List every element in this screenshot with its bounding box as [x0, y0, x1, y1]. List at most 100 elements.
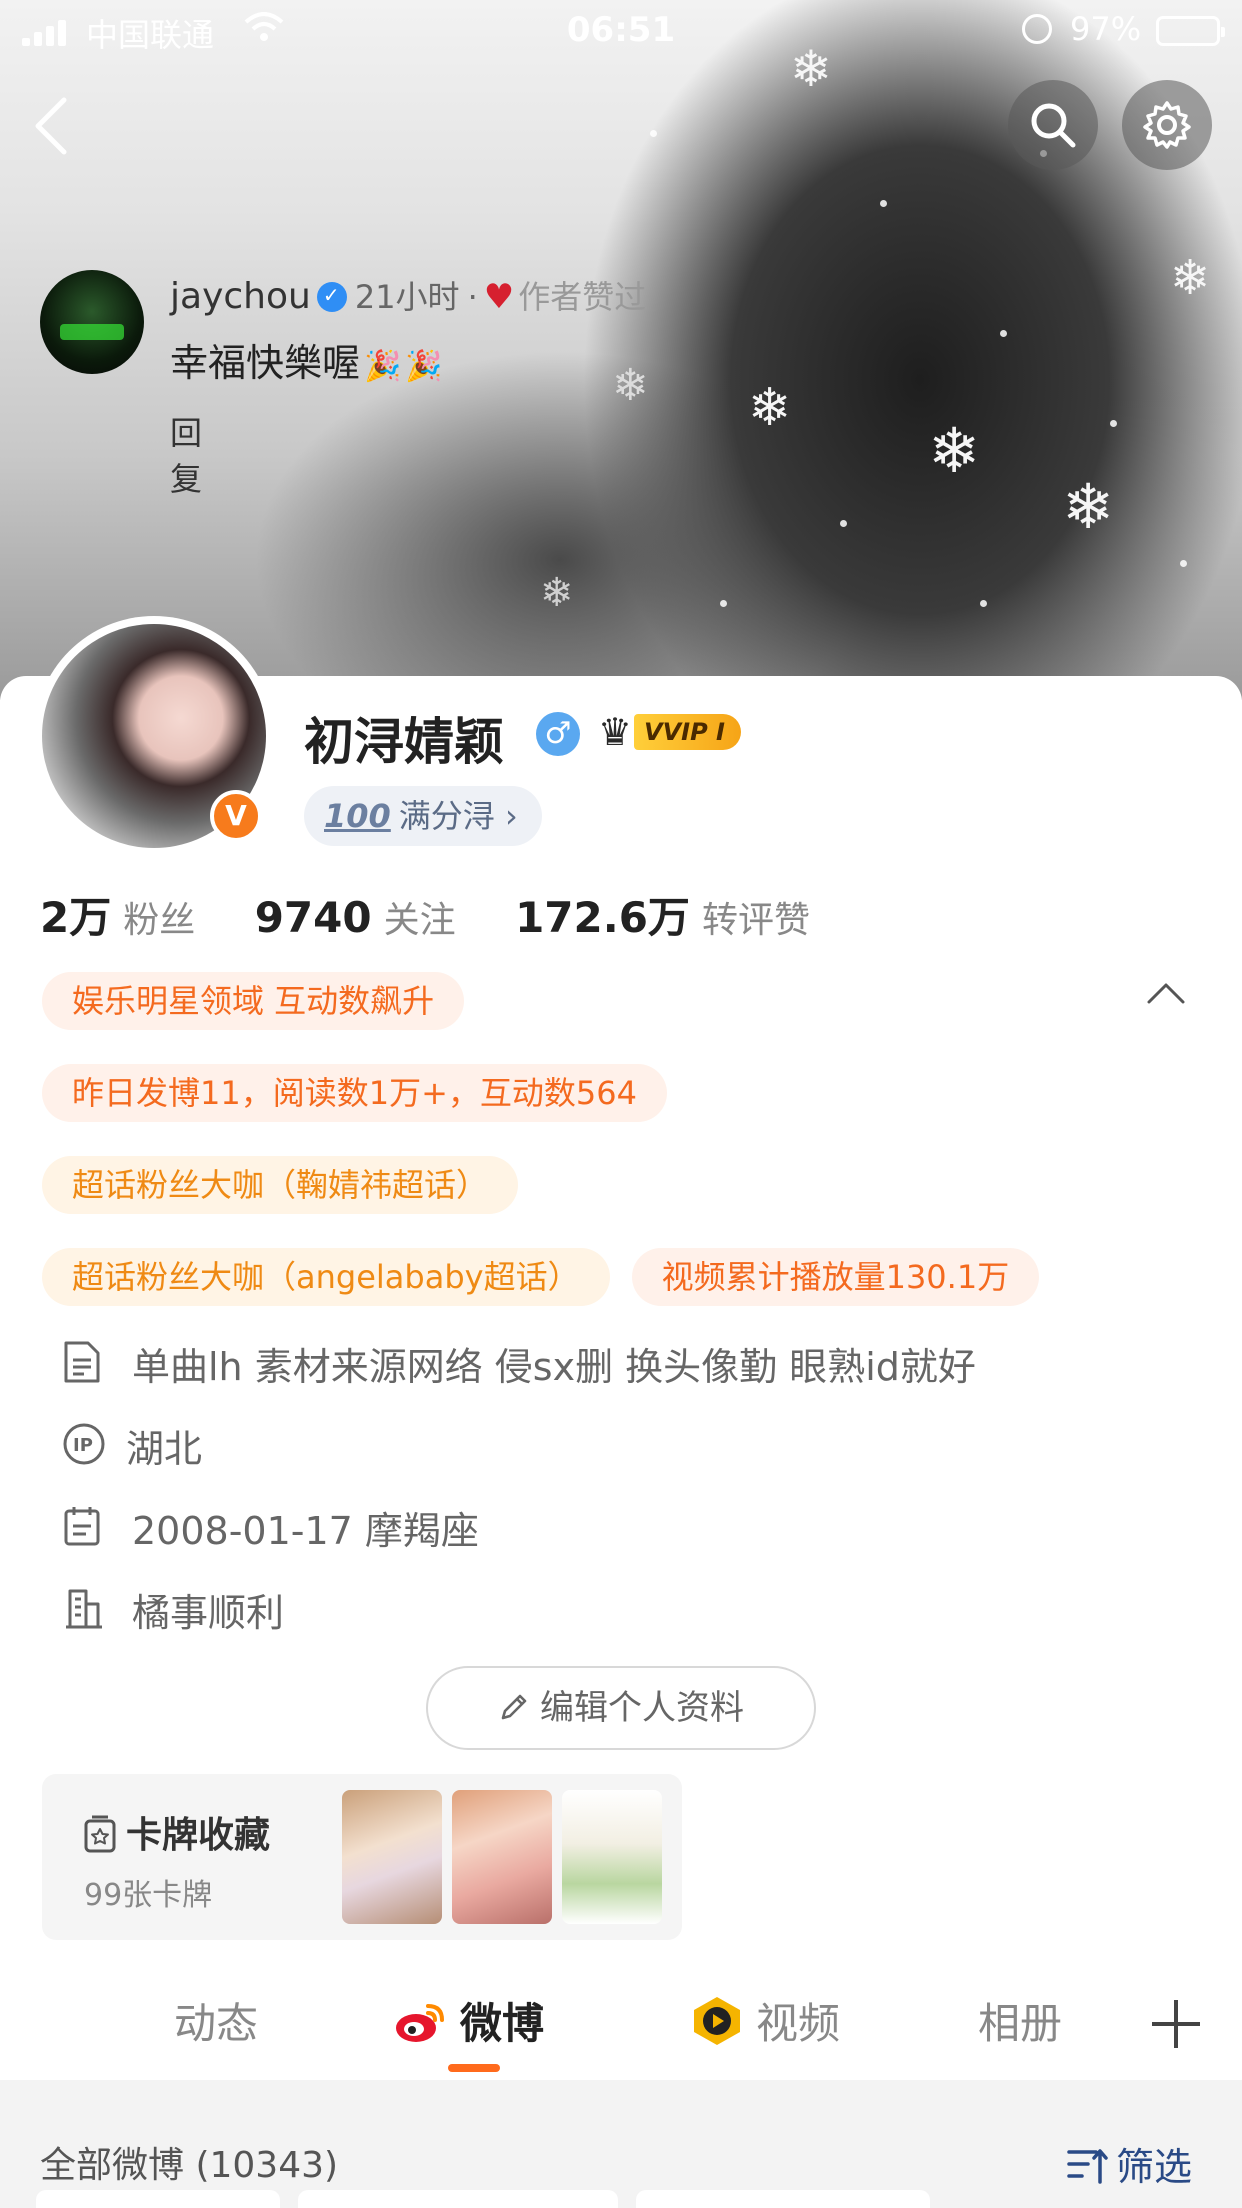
card-collection-icon — [84, 1815, 116, 1853]
feed-card-top — [298, 2190, 618, 2208]
document-icon — [64, 1341, 100, 1383]
bio-text: 单曲lh 素材来源网络 侵sx删 换头像勤 眼熟id就好 — [132, 1345, 976, 1389]
reposts-likes-stat[interactable]: 172.6万 转评赞 — [515, 884, 810, 945]
building-icon — [66, 1589, 102, 1629]
search-icon — [1031, 103, 1076, 148]
commenter-avatar[interactable] — [40, 270, 144, 374]
tag-chip[interactable]: 娱乐明星领域 互动数飙升 — [42, 972, 465, 1030]
following-stat[interactable]: 9740 关注 — [255, 891, 456, 943]
verified-v-badge-icon: V — [210, 790, 262, 842]
snowflake-decoration: ❄ — [1062, 470, 1114, 543]
add-tab-button[interactable] — [1152, 2000, 1200, 2048]
chevron-left-icon — [35, 97, 67, 155]
comment-time: 21小时 — [354, 278, 460, 316]
following-label: 关注 — [383, 900, 456, 941]
comment-text: 幸福快樂喔 — [170, 341, 361, 385]
chevron-right-icon: › — [504, 797, 518, 835]
snowflake-decoration: ❄ — [612, 360, 649, 411]
profile-tags: 娱乐明星领域 互动数飙升 昨日发博11，阅读数1万+，互动数564 超话粉丝大咖… — [42, 972, 1202, 1340]
card-thumbnail[interactable] — [562, 1790, 662, 1924]
reposts-likes-label: 转评赞 — [701, 900, 810, 941]
raindrop — [650, 130, 657, 137]
battery-icon — [1156, 16, 1225, 46]
status-bar: 中国联通 06:51 97% — [0, 0, 1242, 64]
tag-chip[interactable]: 视频累计播放量130.1万 — [631, 1248, 1040, 1306]
card-collection[interactable]: 卡牌收藏 99张卡牌 — [42, 1774, 682, 1940]
search-button[interactable] — [1008, 80, 1098, 170]
raindrop — [1180, 560, 1187, 567]
following-count: 9740 — [254, 893, 372, 942]
party-popper-icon: 🎉 — [405, 349, 443, 384]
feed-card-top — [636, 2190, 930, 2208]
feed-title: 全部微博 (10343) — [40, 2145, 339, 2186]
tab-video-label: 视频 — [756, 1999, 841, 2048]
snowflake-decoration: ❄ — [1170, 250, 1211, 306]
tag-chip[interactable]: 超话粉丝大咖（angelababy超话） — [42, 1248, 610, 1306]
heart-icon: ♥ — [483, 277, 515, 317]
card-collection-title: 卡牌收藏 — [126, 1815, 271, 1856]
raindrop — [840, 520, 847, 527]
hundred-points-icon: 100 — [324, 797, 391, 835]
profile-stats: 2万 粉丝 9740 关注 172.6万 转评赞 — [40, 884, 858, 945]
commenter-name[interactable]: jaychou — [170, 276, 311, 317]
raindrop — [880, 200, 887, 207]
snowflake-decoration: ❄ — [928, 414, 980, 487]
tag-chip[interactable]: 昨日发博11，阅读数1万+，互动数564 — [42, 1064, 667, 1122]
feed-header: 全部微博 (10343) 筛选 — [0, 2080, 1242, 2208]
profile-name: 初浔婧颖 — [304, 713, 504, 771]
calendar-icon — [64, 1507, 100, 1546]
filter-button[interactable]: 筛选 — [1066, 2136, 1192, 2191]
crown-icon: ♛ — [598, 710, 633, 754]
ip-icon: IP — [63, 1423, 105, 1465]
card-thumbnail[interactable] — [342, 1790, 442, 1924]
author-liked-label: 作者赞过 — [518, 278, 647, 316]
card-count: 99张卡牌 — [84, 1878, 213, 1913]
filter-icon — [1067, 2149, 1108, 2184]
tab-video[interactable]: 视频 — [690, 1990, 840, 2051]
verified-icon — [316, 282, 347, 312]
edit-profile-label: 编辑个人资料 — [540, 1688, 744, 1728]
vvip-label: VVIP Ⅰ — [634, 714, 741, 750]
weibo-logo-icon — [394, 2000, 448, 2046]
snowflake-decoration: ❄ — [748, 378, 792, 438]
raindrop — [1110, 420, 1117, 427]
party-popper-icon: 🎉 — [364, 349, 402, 384]
gear-icon — [1143, 101, 1191, 149]
reposts-likes-count: 172.6万 — [515, 893, 690, 942]
male-icon: ♂ — [536, 712, 580, 756]
ip-location: 湖北 — [126, 1427, 203, 1471]
followers-stat[interactable]: 2万 粉丝 — [40, 884, 195, 945]
feed-card-top — [36, 2190, 280, 2208]
video-logo-icon — [690, 1994, 744, 2048]
raindrop — [1000, 330, 1007, 337]
vvip-badge[interactable]: ♛ VVIP Ⅰ — [598, 708, 756, 754]
chevron-up-icon[interactable] — [1146, 980, 1186, 1006]
raindrop — [980, 600, 987, 607]
reply-button[interactable]: 回复 — [170, 408, 202, 500]
clock: 06:51 — [566, 10, 676, 50]
edit-profile-button[interactable]: 编辑个人资料 — [426, 1666, 816, 1750]
birthday-text: 2008-01-17 摩羯座 — [132, 1509, 479, 1553]
raindrop — [720, 600, 727, 607]
followers-count: 2万 — [40, 893, 112, 942]
tab-album[interactable]: 相册 — [978, 1990, 1062, 2051]
tab-weibo-label: 微博 — [460, 1999, 545, 2048]
active-tab-indicator — [448, 2064, 500, 2072]
snowflake-decoration: ❄ — [540, 570, 574, 616]
company-text: 橘事顺利 — [132, 1591, 285, 1635]
followers-label: 粉丝 — [123, 900, 196, 941]
battery-percent: 97% — [1070, 10, 1142, 48]
separator-dot: · — [467, 278, 478, 316]
back-button[interactable] — [30, 96, 80, 156]
tab-feed[interactable]: 动态 — [174, 1990, 258, 2051]
profile-tabs: 动态 微博 视频 相册 — [0, 1966, 1242, 2080]
svg-text:IP: IP — [73, 1435, 93, 1456]
pencil-icon — [501, 1694, 527, 1720]
tab-weibo[interactable]: 微博 — [394, 1990, 544, 2051]
tag-chip[interactable]: 超话粉丝大咖（鞠婧祎超话） — [42, 1156, 519, 1214]
settings-button[interactable] — [1122, 80, 1212, 170]
fan-badge-label: 满分浔 — [398, 797, 495, 835]
fan-badge-button[interactable]: 100 满分浔 › — [304, 786, 542, 846]
filter-label: 筛选 — [1116, 2145, 1193, 2189]
card-thumbnail[interactable] — [452, 1790, 552, 1924]
